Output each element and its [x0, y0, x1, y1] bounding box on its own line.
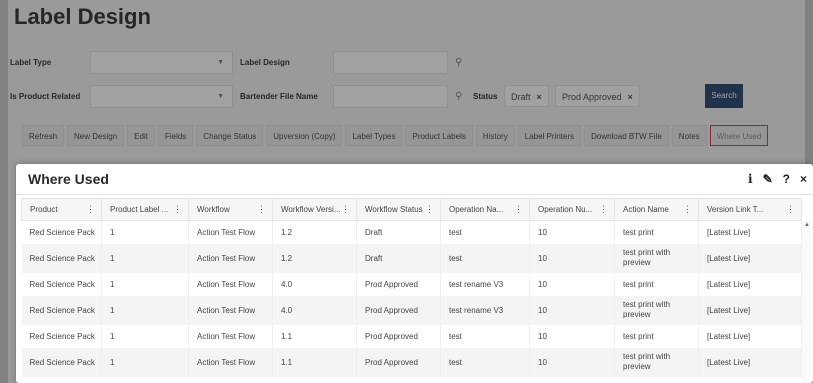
cell-workflow-status: Prod Approved: [356, 295, 441, 325]
grid-header-row: Product ⋮ Product Label ... ⋮ Workflow ⋮ Wo…: [21, 198, 802, 221]
edit-icon[interactable]: ✎: [763, 173, 773, 185]
cell-workflow: Action Test Flow: [188, 324, 273, 348]
table-row[interactable]: Red Science Pack 1 Action Test Flow 4.0 Prod…: [21, 272, 802, 296]
cell-action-name: test print: [614, 220, 699, 244]
where-used-grid: Product ⋮ Product Label ... ⋮ Workflow ⋮ Wo…: [21, 198, 802, 377]
cell-operation-name: test: [440, 243, 530, 273]
cell-version-link: [Latest Live]: [698, 295, 802, 325]
cell-workflow: Action Test Flow: [188, 347, 273, 377]
info-icon[interactable]: i: [748, 173, 753, 185]
cell-version-link: [Latest Live]: [698, 324, 802, 348]
cell-product-label: 1: [101, 220, 189, 244]
cell-operation-number: 10: [529, 295, 615, 325]
table-row[interactable]: Red Science Pack 1 Action Test Flow 1.1 Prod…: [21, 347, 802, 377]
cell-action-name: test print: [614, 272, 699, 296]
cell-operation-number: 10: [529, 324, 615, 348]
column-header-operation-number[interactable]: Operation Nu... ⋮: [529, 198, 615, 221]
cell-version-link: [Latest Live]: [698, 272, 802, 296]
dialog-title: Where Used: [28, 171, 109, 187]
column-header-operation-name[interactable]: Operation Na... ⋮: [440, 198, 530, 221]
cell-workflow-status: Draft: [356, 220, 441, 244]
cell-operation-name: test: [440, 220, 530, 244]
cell-workflow: Action Test Flow: [188, 272, 273, 296]
cell-workflow: Action Test Flow: [188, 220, 273, 244]
column-menu-icon[interactable]: ⋮: [257, 204, 266, 215]
column-header-action-name[interactable]: Action Name ⋮: [614, 198, 699, 221]
cell-product-label: 1: [101, 272, 189, 296]
where-used-dialog: Where Used i ✎ ? × Product ⋮ Product Labe…: [16, 164, 813, 383]
cell-product: Red Science Pack: [21, 243, 102, 273]
cell-workflow-version: 1.1: [272, 347, 357, 377]
table-row[interactable]: Red Science Pack 1 Action Test Flow 1.2 Draf…: [21, 243, 802, 273]
help-icon[interactable]: ?: [783, 173, 790, 185]
cell-version-link: [Latest Live]: [698, 243, 802, 273]
grid-scrollbar[interactable]: [802, 220, 811, 383]
column-header-product-label[interactable]: Product Label ... ⋮: [101, 198, 189, 221]
column-menu-icon[interactable]: ⋮: [514, 204, 523, 215]
cell-operation-number: 10: [529, 347, 615, 377]
cell-workflow-version: 1.2: [272, 220, 357, 244]
cell-workflow-status: Prod Approved: [356, 324, 441, 348]
cell-version-link: [Latest Live]: [698, 347, 802, 377]
cell-workflow: Action Test Flow: [188, 295, 273, 325]
cell-action-name: test print with preview: [614, 347, 699, 377]
cell-product: Red Science Pack: [21, 347, 102, 377]
cell-workflow: Action Test Flow: [188, 243, 273, 273]
cell-product-label: 1: [101, 347, 189, 377]
column-header-workflow[interactable]: Workflow ⋮: [188, 198, 273, 221]
cell-workflow-status: Prod Approved: [356, 347, 441, 377]
cell-operation-name: test rename V3: [440, 295, 530, 325]
cell-product-label: 1: [101, 324, 189, 348]
cell-product: Red Science Pack: [21, 324, 102, 348]
cell-operation-name: test: [440, 324, 530, 348]
column-menu-icon[interactable]: ⋮: [786, 204, 795, 215]
dialog-header: Where Used i ✎ ? ×: [16, 164, 813, 195]
column-menu-icon[interactable]: ⋮: [173, 204, 182, 215]
column-menu-icon[interactable]: ⋮: [341, 204, 350, 215]
cell-operation-number: 10: [529, 220, 615, 244]
cell-action-name: test print: [614, 324, 699, 348]
column-menu-icon[interactable]: ⋮: [599, 204, 608, 215]
cell-action-name: test print with preview: [614, 295, 699, 325]
cell-action-name: test print with preview: [614, 243, 699, 273]
cell-workflow-version: 4.0: [272, 295, 357, 325]
column-menu-icon[interactable]: ⋮: [683, 204, 692, 215]
close-icon[interactable]: ×: [800, 173, 807, 185]
cell-operation-number: 10: [529, 243, 615, 273]
cell-workflow-version: 1.1: [272, 324, 357, 348]
cell-product-label: 1: [101, 243, 189, 273]
cell-operation-name: test rename V3: [440, 272, 530, 296]
cell-operation-name: test: [440, 347, 530, 377]
cell-workflow-version: 4.0: [272, 272, 357, 296]
cell-product: Red Science Pack: [21, 295, 102, 325]
cell-version-link: [Latest Live]: [698, 220, 802, 244]
cell-workflow-status: Draft: [356, 243, 441, 273]
cell-operation-number: 10: [529, 272, 615, 296]
cell-product-label: 1: [101, 295, 189, 325]
column-menu-icon[interactable]: ⋮: [425, 204, 434, 215]
cell-product: Red Science Pack: [21, 272, 102, 296]
column-header-workflow-version[interactable]: Workflow Versi... ⋮: [272, 198, 357, 221]
cell-workflow-version: 1.2: [272, 243, 357, 273]
scroll-up-arrow-icon[interactable]: ▲: [804, 222, 810, 228]
cell-workflow-status: Prod Approved: [356, 272, 441, 296]
table-row[interactable]: Red Science Pack 1 Action Test Flow 1.1 Prod…: [21, 324, 802, 348]
table-row[interactable]: Red Science Pack 1 Action Test Flow 1.2 Draf…: [21, 220, 802, 244]
table-row[interactable]: Red Science Pack 1 Action Test Flow 4.0 Prod…: [21, 295, 802, 325]
column-header-workflow-status[interactable]: Workflow Status ⋮: [356, 198, 441, 221]
column-menu-icon[interactable]: ⋮: [86, 204, 95, 215]
column-header-version-link[interactable]: Version Link T... ⋮: [698, 198, 802, 221]
cell-product: Red Science Pack: [21, 220, 102, 244]
column-header-product[interactable]: Product ⋮: [21, 198, 102, 221]
